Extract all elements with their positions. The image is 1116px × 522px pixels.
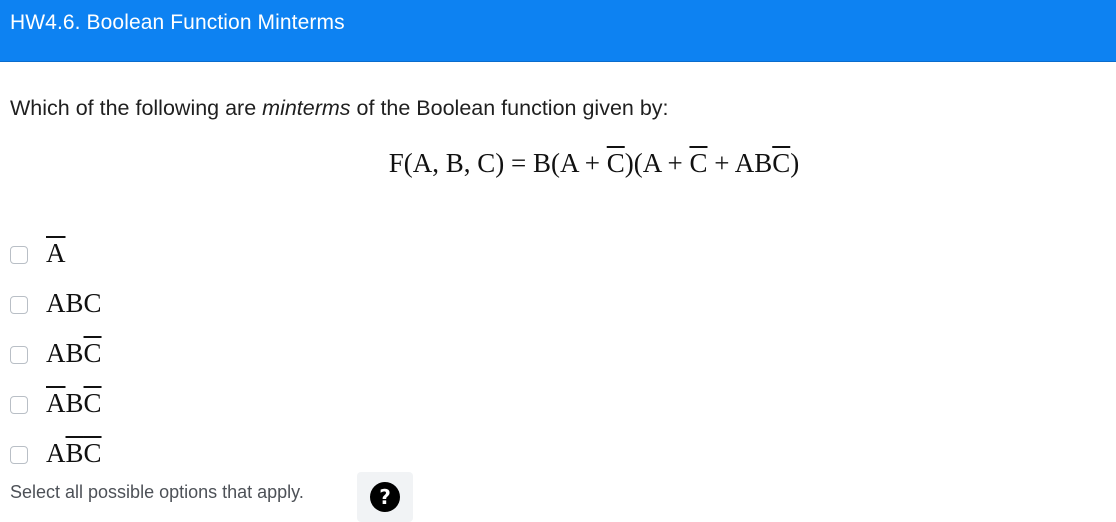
answer-options: A ABC ABC ABC ABC <box>10 228 102 478</box>
option-label: ABC <box>46 338 102 369</box>
option-term: B <box>65 387 84 418</box>
equation-end: ) <box>790 148 800 178</box>
option-term: A <box>46 387 66 418</box>
option-term: AB <box>46 337 84 368</box>
question-prefix: Which of the following are <box>10 96 263 120</box>
equation-mid-1: )(A + <box>624 148 690 178</box>
equation-lhs: F(A, B, C) = B(A + <box>388 148 607 178</box>
option-term: A <box>46 237 66 268</box>
option-checkbox[interactable] <box>10 296 28 314</box>
option-checkbox[interactable] <box>10 396 28 414</box>
option-term: C <box>83 387 102 418</box>
question-emphasis: minterms <box>262 96 351 120</box>
option-term: ABC <box>46 287 102 318</box>
option-term: A <box>46 437 66 468</box>
question-suffix: of the Boolean function given by: <box>350 96 669 120</box>
question-header: HW4.6. Boolean Function Minterms <box>0 0 1116 62</box>
option-checkbox[interactable] <box>10 246 28 264</box>
option-label: ABC <box>46 438 102 469</box>
option-label: ABC <box>46 288 102 319</box>
answer-option[interactable]: ABC <box>10 378 102 428</box>
option-checkbox[interactable] <box>10 446 28 464</box>
boolean-equation: F(A, B, C) = B(A + C)(A + C + ABC) <box>0 148 1116 179</box>
answer-option[interactable]: ABC <box>10 428 102 478</box>
question-text: Which of the following are minterms of t… <box>10 96 669 121</box>
equation-c-bar-2: C <box>689 148 708 178</box>
answer-option[interactable]: A <box>10 228 102 278</box>
option-checkbox[interactable] <box>10 346 28 364</box>
option-label: ABC <box>46 388 102 419</box>
equation-c-bar-1: C <box>606 148 625 178</box>
answer-option[interactable]: ABC <box>10 328 102 378</box>
question-title: HW4.6. Boolean Function Minterms <box>10 11 345 34</box>
select-all-hint: Select all possible options that apply. <box>10 482 304 502</box>
help-button[interactable]: ? <box>357 472 413 522</box>
option-term: B <box>65 437 84 468</box>
option-label: A <box>46 238 66 269</box>
option-term: C <box>83 337 102 368</box>
question-circle-icon: ? <box>370 482 400 512</box>
equation-c-bar-3: C <box>772 148 791 178</box>
answer-option[interactable]: ABC <box>10 278 102 328</box>
option-term: C <box>83 437 102 468</box>
equation-mid-2: + AB <box>707 148 773 178</box>
